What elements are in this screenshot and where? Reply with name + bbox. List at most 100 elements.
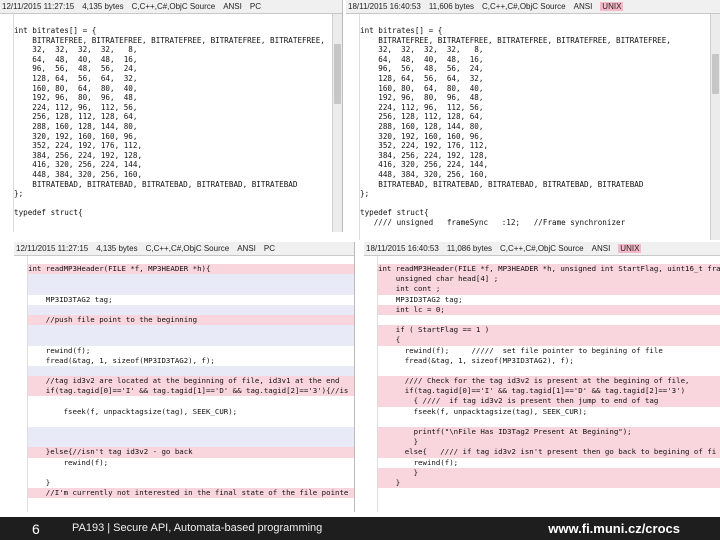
file-size: 11,606 bytes [428,2,475,11]
file-type[interactable]: C,C++,C#,ObjC Source [500,244,584,253]
code-line: 128, 64, 56, 64, 32, [360,73,484,83]
bottom-right-diff-pane: 18/11/2015 16:40:53 11,086 bytes C,C++,C… [364,242,720,512]
file-type[interactable]: C,C++,C#,ObjC Source [482,2,566,11]
charset[interactable]: ANSI [574,2,593,11]
bottom-left-status-bar: 12/11/2015 11:27:15 4,135 bytes C,C++,C#… [14,242,354,256]
code-line: 128, 64, 56, 64, 32, [14,73,138,83]
code-line: //// Check for the tag id3v2 is present … [378,376,720,387]
charset[interactable]: ANSI [223,2,242,11]
charset[interactable]: ANSI [237,244,256,253]
code-line: if(tag.tagid[0]=='I' && tag.tagid[1]=='D… [28,386,354,397]
code-line: fseek(f, unpacktagsize(tag), SEEK_CUR); [28,406,238,416]
code-line: 448, 384, 320, 256, 160, [14,169,143,179]
code-line: }; [14,189,24,199]
code-line: 96, 56, 48, 56, 24, [360,64,484,74]
code-line: if(tag.tagid[0]=='I' && tag.tagid[1]=='D… [378,386,720,397]
code-view[interactable]: int bitrates[] = { BITRATEFREE, BITRATEF… [360,26,710,227]
code-line: MP3ID3TAG2 tag; [378,294,463,304]
left-gutter [364,256,378,512]
code-line: } [378,477,720,489]
code-line: fread(&tag, 1, sizeof(MP3ID3TAG2), f); [378,355,574,365]
line-ending[interactable]: PC [264,244,275,253]
file-type[interactable]: C,C++,C#,ObjC Source [146,244,230,253]
code-line: }else{//isn't tag id3v2 - go back [28,447,354,458]
code-line: } [378,437,720,448]
slide-title: PA193 | Secure API, Automata-based progr… [72,522,323,534]
code-line: //I'm currently not interested in the fi… [28,488,354,499]
top-right-status-bar: 18/11/2015 16:40:53 11,606 bytes C,C++,C… [346,0,720,14]
file-date: 18/11/2015 16:40:53 [366,244,439,253]
code-line: 448, 384, 320, 256, 160, [360,169,489,179]
scrollbar-thumb[interactable] [334,44,341,104]
line-ending[interactable]: PC [250,2,261,11]
code-line: int bitrates[] = { [360,26,443,35]
code-line: //push file point to the beginning [28,314,354,326]
code-view[interactable]: int readMP3Header(FILE *f, MP3HEADER *h,… [378,264,720,489]
file-date: 18/11/2015 16:40:53 [348,2,421,11]
code-line: 192, 96, 80, 96, 48, [14,93,138,103]
code-line: 352, 224, 192, 176, 112, [360,141,489,151]
file-size: 4,135 bytes [96,244,138,253]
code-line: 416, 320, 256, 224, 144, [360,160,489,170]
file-type[interactable]: C,C++,C#,ObjC Source [132,2,216,11]
code-line: } [378,467,720,478]
code-line: int cont ; [378,284,720,295]
code-line: { [378,335,720,346]
code-line: unsigned char head[4] ; [378,274,720,285]
left-gutter [0,14,14,232]
code-line [28,304,354,315]
charset[interactable]: ANSI [592,244,611,253]
code-line: else{ //// if tag id3v2 isn't present th… [378,447,720,458]
code-line: //// unsigned frameSync :12; //Frame syn… [360,217,626,227]
line-ending[interactable]: UNIX [618,244,642,253]
code-line: 96, 56, 48, 56, 24, [14,64,138,74]
code-line [28,365,354,377]
top-right-diff-pane: 18/11/2015 16:40:53 11,606 bytes C,C++,C… [346,0,720,240]
code-line [28,427,354,438]
code-line: int bitrates[] = { [14,26,97,35]
slide-number: 6 [32,521,40,537]
code-line [28,284,354,295]
code-line: 256, 128, 112, 128, 64, [14,112,138,122]
left-gutter [346,14,360,240]
code-line: rewind(f); [28,345,91,355]
code-view[interactable]: int readMP3Header(FILE *f, MP3HEADER *h)… [28,264,354,499]
file-size: 11,086 bytes [446,244,493,253]
code-view[interactable]: int bitrates[] = { BITRATEFREE, BITRATEF… [14,26,332,218]
code-line: 224, 112, 96, 112, 56, [360,102,484,112]
vertical-scrollbar[interactable] [710,14,720,240]
code-line: 192, 96, 80, 96, 48, [360,93,484,103]
code-line [28,274,354,285]
file-date: 12/11/2015 11:27:15 [16,244,89,253]
code-line: typedef struct{ [360,208,429,218]
file-date: 12/11/2015 11:27:15 [2,2,75,11]
code-line: 160, 80, 64, 80, 40, [360,83,484,93]
code-line: 320, 192, 160, 160, 96, [360,131,484,141]
code-line: rewind(f); ///// set file pointer to beg… [378,345,663,355]
code-line: 256, 128, 112, 128, 64, [360,112,484,122]
code-line: 32, 32, 32, 32, 8, [14,45,138,55]
vertical-scrollbar[interactable] [332,14,342,232]
code-line: 224, 112, 96, 112, 56, [14,102,138,112]
code-line: BITRATEFREE, BITRATEFREE, BITRATEFREE, B… [14,35,325,45]
code-line: } [28,477,51,487]
code-line: }; [360,189,370,199]
code-line: MP3ID3TAG2 tag; [28,294,113,304]
scrollbar-thumb[interactable] [712,54,719,94]
line-ending[interactable]: UNIX [600,2,624,11]
code-line: 320, 192, 160, 160, 96, [14,131,138,141]
code-line: rewind(f); [28,457,109,467]
bottom-right-status-bar: 18/11/2015 16:40:53 11,086 bytes C,C++,C… [364,242,720,256]
left-gutter [14,256,28,512]
code-line: 64, 48, 40, 48, 16, [14,54,138,64]
code-line: fseek(f, unpacktagsize(tag), SEEK_CUR); [378,406,588,416]
code-line: 160, 80, 64, 80, 40, [14,83,138,93]
code-line [28,335,354,346]
top-left-diff-pane: 12/11/2015 11:27:15 4,135 bytes C,C++,C#… [0,0,343,232]
